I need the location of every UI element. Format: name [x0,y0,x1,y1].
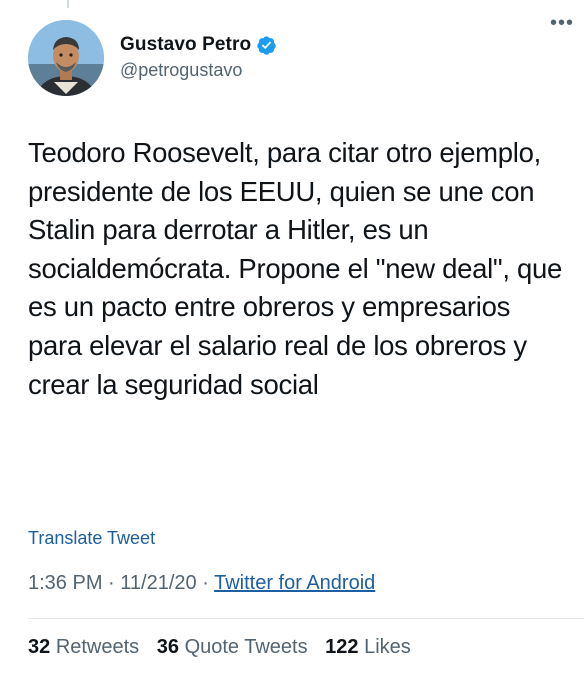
likes-count: 122 [325,636,359,658]
quote-tweets-label: Quote Tweets [184,636,308,658]
retweets-count: 32 [28,636,51,658]
quote-tweets-count: 36 [156,636,179,658]
retweets-stat[interactable]: 32 Retweets [28,636,139,658]
display-name-row: Gustavo Petro [120,34,277,56]
tweet-date: 11/21/20 [120,572,197,594]
tweet-time: 1:36 PM [28,572,103,594]
display-name[interactable]: Gustavo Petro [120,34,251,56]
avatar[interactable] [28,20,104,96]
meta-separator: · [202,572,209,594]
likes-stat[interactable]: 122 Likes [325,636,411,658]
retweets-label: Retweets [55,636,140,658]
profile-photo-icon [28,20,104,96]
handle[interactable]: @petrogustavo [120,60,277,81]
author-names: Gustavo Petro @petrogustavo [120,20,277,81]
divider [28,618,584,619]
tweet-text: Teodoro Roosevelt, para citar otro ejemp… [28,137,563,400]
likes-label: Likes [364,636,411,658]
tweet-header: Gustavo Petro @petrogustavo [28,20,564,100]
tweet-meta: 1:36 PM · 11/21/20 · Twitter for Android [28,572,375,595]
verified-badge-icon [256,35,277,56]
tweet-source-link[interactable]: Twitter for Android [214,572,375,594]
thread-line [67,0,69,8]
translate-tweet-link[interactable]: Translate Tweet [28,528,155,549]
meta-separator: · [108,572,115,594]
tweet-stats: 32 Retweets 36 Quote Tweets 122 Likes [28,636,423,659]
more-options-icon[interactable]: ••• [550,13,574,33]
tweet: Gustavo Petro @petrogustavo ••• Teodoro … [0,0,584,680]
quote-tweets-stat[interactable]: 36 Quote Tweets [157,636,308,658]
